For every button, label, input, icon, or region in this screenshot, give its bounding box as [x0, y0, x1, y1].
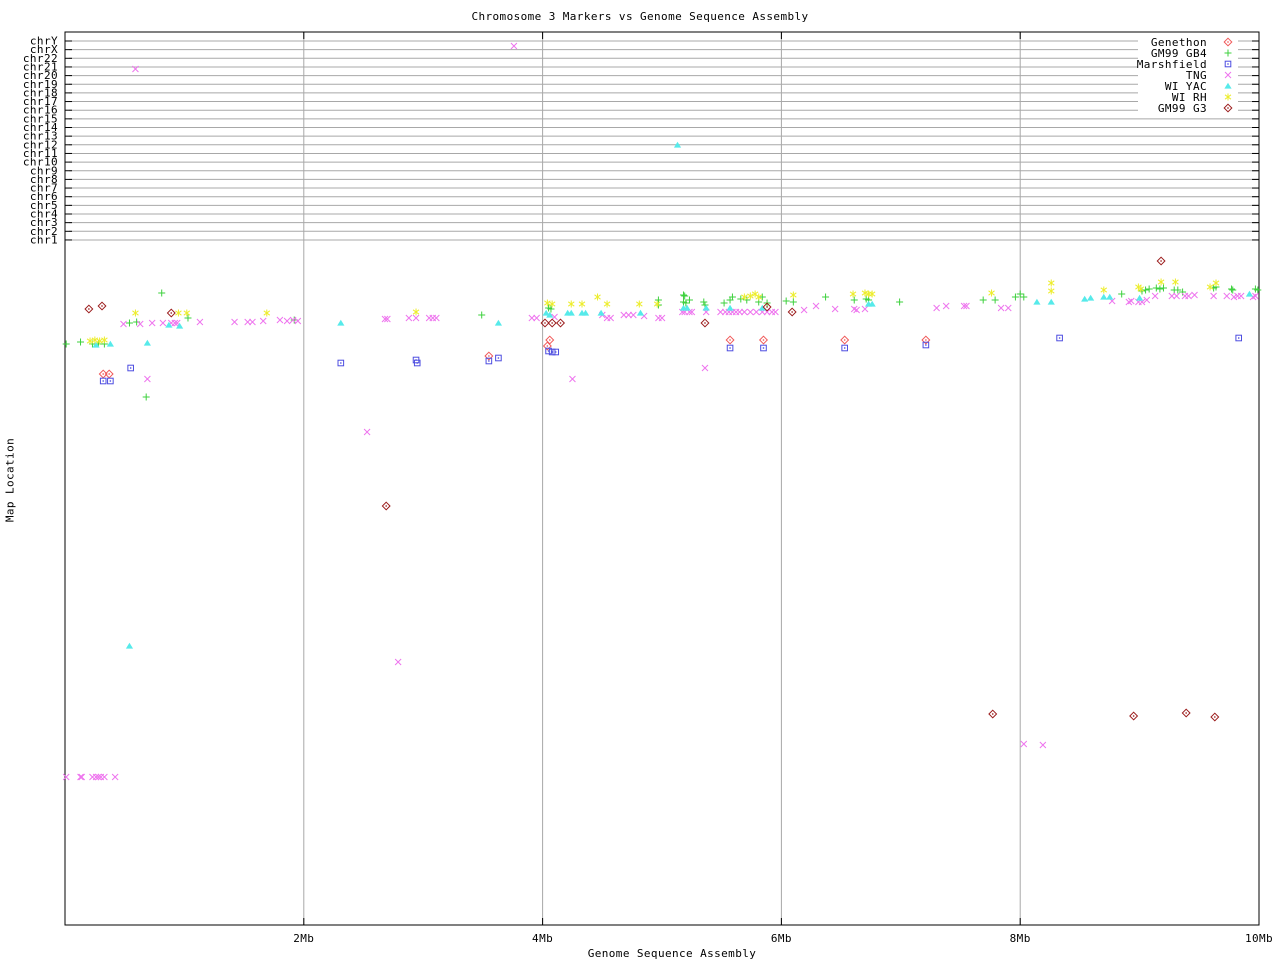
x-tick-label: 6Mb — [771, 932, 792, 945]
plot-frame — [64, 31, 1260, 926]
series-genethon — [98, 335, 931, 379]
series-gm99-g3 — [84, 256, 1220, 722]
legend-label: GM99 G3 — [1158, 102, 1207, 115]
x-tick-label: 8Mb — [1010, 932, 1031, 945]
chromosome-marker-plot: Chromosome 3 Markers vs Genome Sequence … — [0, 0, 1280, 960]
x-tick-labels: 2Mb 4Mb 6Mb 8Mb 10Mb — [293, 932, 1273, 945]
y-tick-labels: chrYchrXchr22chr21chr20chr19chr18chr17ch… — [23, 35, 58, 247]
y-tick-label: chr1 — [30, 233, 58, 246]
plot-canvas: chrYchrXchr22chr21chr20chr19chr18chr17ch… — [23, 31, 1273, 945]
gridlines — [69, 32, 1259, 925]
series-wi-rh — [86, 278, 1220, 345]
x-tick-label: 10Mb — [1245, 932, 1273, 945]
series-wi-yac — [92, 141, 1254, 649]
x-tick-label: 4Mb — [532, 932, 553, 945]
series-marshfield — [99, 334, 1243, 385]
x-tick-label: 2Mb — [293, 932, 314, 945]
